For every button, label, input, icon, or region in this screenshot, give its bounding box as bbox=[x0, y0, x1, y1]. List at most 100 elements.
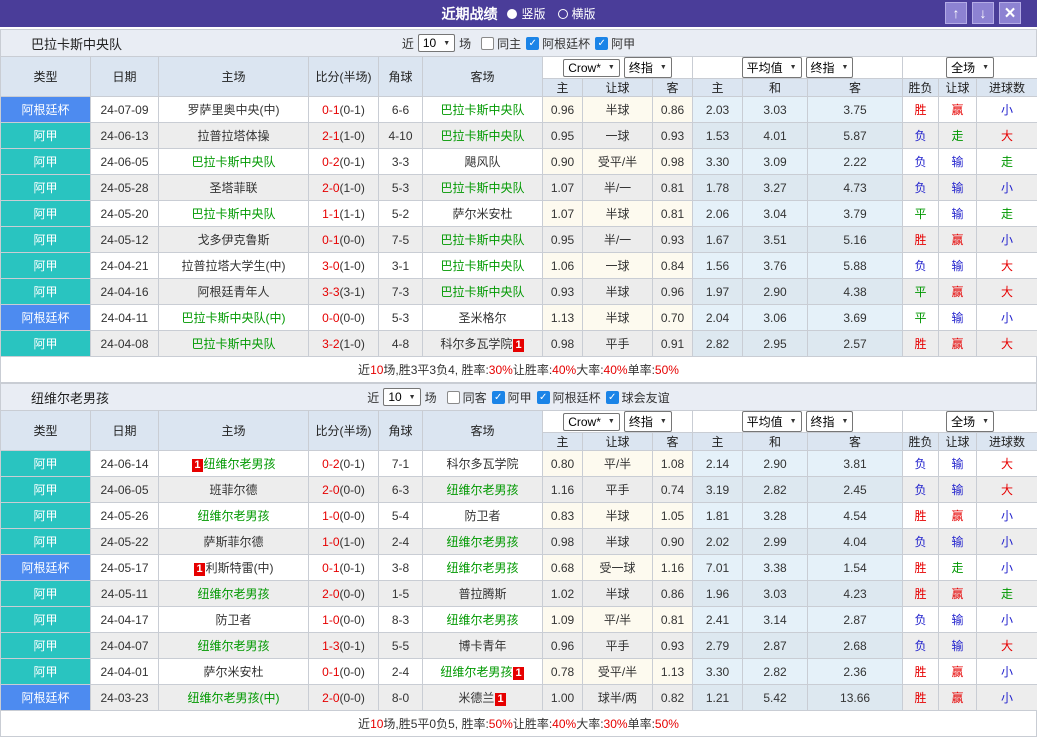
section-header: 巴拉卡斯中央队 近 10▼ 场 同主✓阿根廷杯✓阿甲 bbox=[0, 29, 1037, 56]
red-card-badge: 1 bbox=[513, 339, 523, 352]
checkbox-label: 阿甲 bbox=[611, 35, 635, 52]
corners: 8-0 bbox=[379, 685, 423, 711]
avg-kind-select[interactable]: 终指▼ bbox=[806, 411, 854, 432]
col-goals: 进球数 bbox=[977, 433, 1037, 451]
checkbox[interactable] bbox=[481, 37, 494, 50]
filter-check[interactable]: ✓阿根廷杯 bbox=[526, 35, 590, 52]
away-team: 普拉腾斯 bbox=[423, 581, 543, 607]
scope-select[interactable]: 全场▼ bbox=[946, 57, 994, 78]
checkbox[interactable]: ✓ bbox=[606, 391, 619, 404]
handicap-odds: 0.93 bbox=[653, 227, 693, 253]
matches-table: 类型 日期 主场 比分(半场) 角球 客场 Crow*▼ 终指▼ 平均值▼ 终指… bbox=[0, 410, 1037, 711]
filter-check[interactable]: 同主 bbox=[481, 35, 521, 52]
checkbox[interactable]: ✓ bbox=[595, 37, 608, 50]
home-team: 纽维尔老男孩 bbox=[159, 633, 309, 659]
col-home: 主场 bbox=[159, 57, 309, 97]
handicap-odds: 平手 bbox=[583, 331, 653, 357]
chevron-down-icon: ▼ bbox=[790, 418, 797, 425]
handicap-odds: 0.86 bbox=[653, 581, 693, 607]
filter-check[interactable]: ✓阿甲 bbox=[492, 389, 532, 406]
handicap-odds: 平手 bbox=[583, 633, 653, 659]
away-team: 萨尔米安杜 bbox=[423, 201, 543, 227]
handicap-odds: 半/一 bbox=[583, 175, 653, 201]
away-team: 纽维尔老男孩 bbox=[423, 607, 543, 633]
result-cell: 赢 bbox=[939, 685, 977, 711]
layout-option-horizontal[interactable]: 横版 bbox=[558, 5, 596, 22]
europe-odds: 3.04 bbox=[743, 201, 808, 227]
handicap-odds: 0.86 bbox=[653, 97, 693, 123]
corners: 3-8 bbox=[379, 555, 423, 581]
checkbox[interactable]: ✓ bbox=[526, 37, 539, 50]
filter-check[interactable]: 同客 bbox=[447, 389, 487, 406]
result-cell: 小 bbox=[977, 607, 1037, 633]
handicap-odds: 0.95 bbox=[543, 123, 583, 149]
result-cell: 大 bbox=[977, 253, 1037, 279]
arrow-down-icon: ↓ bbox=[980, 5, 987, 21]
checkbox[interactable]: ✓ bbox=[492, 391, 505, 404]
col-odds-home: 主 bbox=[543, 433, 583, 451]
odds-kind-select[interactable]: 终指▼ bbox=[624, 57, 672, 78]
league-filter-checks: 同主✓阿根廷杯✓阿甲 bbox=[475, 35, 635, 52]
close-button[interactable]: × bbox=[999, 2, 1021, 24]
team-name-text: 博卡青年 bbox=[458, 639, 506, 653]
avg-source-select[interactable]: 平均值▼ bbox=[742, 411, 802, 432]
league-badge: 阿甲 bbox=[1, 633, 91, 659]
europe-odds: 1.56 bbox=[693, 253, 743, 279]
chevron-down-icon: ▼ bbox=[790, 64, 797, 71]
result-cell: 赢 bbox=[939, 331, 977, 357]
home-team: 萨尔米安杜 bbox=[159, 659, 309, 685]
match-count-select[interactable]: 10▼ bbox=[418, 34, 455, 52]
result-cell: 大 bbox=[977, 331, 1037, 357]
summary-text: 10 bbox=[370, 717, 383, 731]
match-count-select[interactable]: 10▼ bbox=[383, 388, 420, 406]
checkbox[interactable] bbox=[447, 391, 460, 404]
match-row: 阿甲24-05-12戈多伊克鲁斯0-1(0-0)7-5巴拉卡斯中央队0.95半/… bbox=[1, 227, 1037, 253]
handicap-odds: 半球 bbox=[583, 305, 653, 331]
europe-odds: 3.51 bbox=[743, 227, 808, 253]
col-wdl: 胜负 bbox=[903, 433, 939, 451]
avg-kind-select[interactable]: 终指▼ bbox=[806, 57, 854, 78]
checkbox[interactable]: ✓ bbox=[537, 391, 550, 404]
result-cell: 负 bbox=[903, 451, 939, 477]
result-cell: 走 bbox=[977, 581, 1037, 607]
away-team: 纽维尔老男孩 bbox=[423, 555, 543, 581]
layout-option-vertical[interactable]: 竖版 bbox=[507, 5, 545, 22]
match-row: 阿根廷杯24-05-171利斯特雷(中)0-1(0-1)3-8纽维尔老男孩0.6… bbox=[1, 555, 1037, 581]
corners: 5-2 bbox=[379, 201, 423, 227]
odds-kind-select[interactable]: 终指▼ bbox=[624, 411, 672, 432]
result-cell: 大 bbox=[977, 477, 1037, 503]
handicap-odds: 0.90 bbox=[543, 149, 583, 175]
league-badge: 阿甲 bbox=[1, 253, 91, 279]
filter-check[interactable]: ✓阿根廷杯 bbox=[537, 389, 601, 406]
match-row: 阿根廷杯24-04-11巴拉卡斯中央队(中)0-0(0-0)5-3圣米格尔1.1… bbox=[1, 305, 1037, 331]
col-score: 比分(半场) bbox=[309, 411, 379, 451]
scope-select[interactable]: 全场▼ bbox=[946, 411, 994, 432]
match-date: 24-06-14 bbox=[91, 451, 159, 477]
odds-source-select[interactable]: Crow*▼ bbox=[563, 413, 620, 431]
europe-odds: 2.45 bbox=[808, 477, 903, 503]
europe-odds: 5.16 bbox=[808, 227, 903, 253]
result-cell: 胜 bbox=[903, 555, 939, 581]
league-badge: 阿甲 bbox=[1, 123, 91, 149]
radio-selected-icon[interactable] bbox=[507, 9, 517, 19]
handicap-odds: 0.98 bbox=[543, 529, 583, 555]
radio-unselected-icon[interactable] bbox=[558, 9, 568, 19]
europe-odds: 2.82 bbox=[693, 331, 743, 357]
team-name-text: 班菲尔德 bbox=[209, 483, 257, 497]
team-name-text: 巴拉卡斯中央队 bbox=[440, 259, 524, 273]
team-name-text: 纽维尔老男孩 bbox=[197, 639, 269, 653]
filter-check[interactable]: ✓阿甲 bbox=[595, 35, 635, 52]
col-score: 比分(半场) bbox=[309, 57, 379, 97]
europe-odds: 1.67 bbox=[693, 227, 743, 253]
league-badge: 阿甲 bbox=[1, 477, 91, 503]
scroll-up-button[interactable]: ↑ bbox=[945, 2, 967, 24]
corners: 5-4 bbox=[379, 503, 423, 529]
handicap-odds: 0.93 bbox=[543, 279, 583, 305]
score: 3-3(3-1) bbox=[309, 279, 379, 305]
match-row: 阿根廷杯24-03-23纽维尔老男孩(中)2-0(0-0)8-0米德兰11.00… bbox=[1, 685, 1037, 711]
scroll-down-button[interactable]: ↓ bbox=[972, 2, 994, 24]
odds-source-select[interactable]: Crow*▼ bbox=[563, 59, 620, 77]
filter-check[interactable]: ✓球会友谊 bbox=[606, 389, 670, 406]
avg-source-select[interactable]: 平均值▼ bbox=[742, 57, 802, 78]
score: 0-0(0-0) bbox=[309, 305, 379, 331]
